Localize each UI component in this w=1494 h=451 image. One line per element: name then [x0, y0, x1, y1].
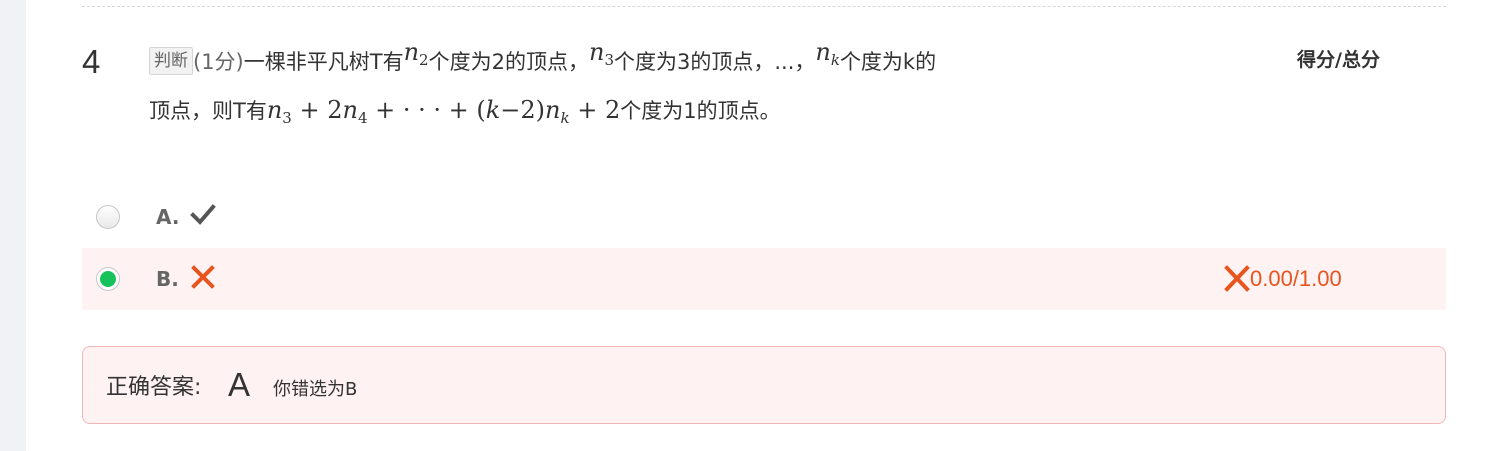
question-line-2: 顶点，则T有n3 + 2n4 + · · · + (k−2)nk + 2个度为1… [149, 87, 1159, 136]
correct-answer-label: 正确答案: [106, 375, 202, 400]
question-text: 判断 (1分)一棵非平凡树T有n2个度为2的顶点，n3个度为3的顶点，...，nk… [149, 38, 1159, 136]
radio-selected-dot [100, 271, 116, 287]
option-b[interactable]: B. 0.00/1.00 [82, 248, 1446, 310]
left-sidebar-strip [0, 0, 26, 451]
question-line-1: 判断 (1分)一棵非平凡树T有n2个度为2的顶点，n3个度为3的顶点，...，nk… [149, 38, 1159, 87]
question-text-part: 一棵非平凡树T有 [243, 50, 404, 74]
math-nk: nk [815, 38, 840, 69]
question-text-part: 个度为2的顶点， [428, 50, 589, 74]
question-type-tag: 判断 [149, 47, 193, 75]
question-number: 4 [82, 43, 101, 80]
question-text-part: 个度为1的顶点。 [620, 99, 781, 123]
question-text-part: 个度为k的 [839, 50, 937, 74]
correct-answer-box: 正确答案: A 你错选为B [82, 346, 1446, 424]
question-text-part: 个度为3的顶点，...， [613, 50, 816, 74]
question-text-part: 顶点，则T有 [149, 99, 267, 123]
math-n3: n3 [588, 38, 614, 69]
option-letter: A. [156, 205, 180, 229]
cross-icon [191, 265, 215, 289]
math-n2: n2 [403, 38, 429, 69]
correct-answer-value: A [228, 366, 251, 403]
option-a[interactable]: A. [82, 186, 1446, 248]
question-divider [82, 6, 1446, 7]
check-icon [190, 204, 216, 225]
option-letter: B. [156, 267, 179, 291]
score-header: 得分/总分 [1297, 49, 1380, 71]
wrong-choice-note: 你错选为B [273, 379, 358, 400]
question-score: (1分) [193, 50, 244, 74]
cross-icon [1224, 265, 1250, 292]
result-score: 0.00/1.00 [1250, 266, 1342, 291]
radio-option-b[interactable] [96, 267, 120, 291]
math-formula: n3 + 2n4 + · · · + (k−2)nk + 2 [266, 96, 621, 127]
radio-option-a[interactable] [96, 205, 120, 229]
